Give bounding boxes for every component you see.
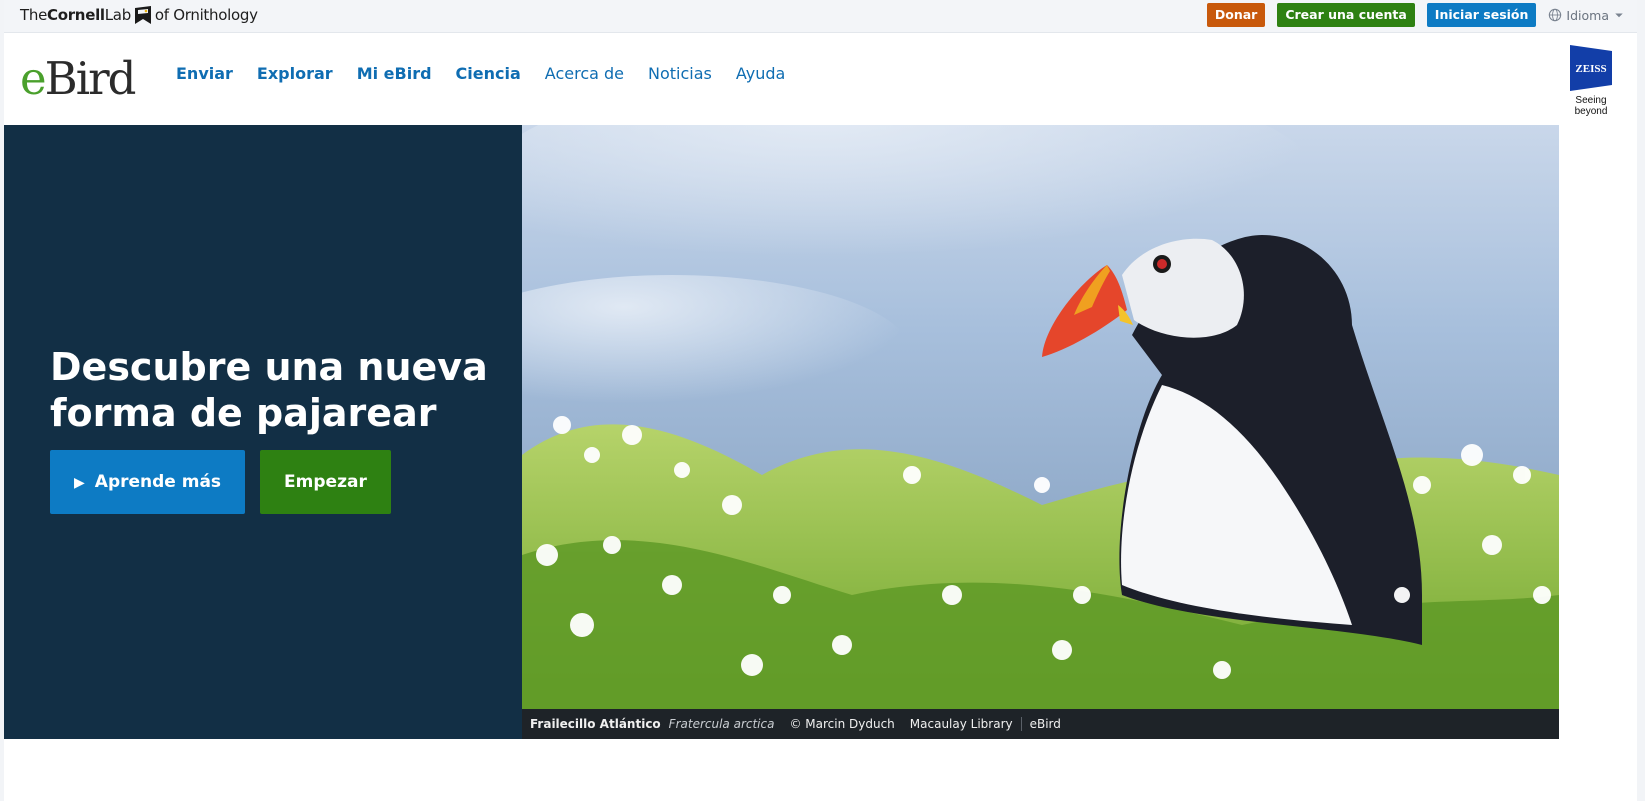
hero-photo-puffin bbox=[522, 125, 1559, 709]
caption-divider bbox=[1020, 717, 1022, 731]
cornell-logo-mid: Lab bbox=[104, 6, 131, 24]
photo-caption-bar: Frailecillo Atlántico Fratercula arctica… bbox=[522, 709, 1559, 739]
language-selector[interactable]: Idioma bbox=[1548, 8, 1625, 23]
main-header: eBird Enviar Explorar Mi eBird Ciencia A… bbox=[4, 33, 1637, 125]
learn-more-button[interactable]: ▶ Aprende más bbox=[50, 450, 246, 514]
donate-button[interactable]: Donar bbox=[1206, 3, 1266, 27]
source-link[interactable]: eBird bbox=[1030, 709, 1061, 739]
zeiss-tagline: Seeing beyond bbox=[1574, 95, 1608, 117]
nav-item-mi-ebird[interactable]: Mi eBird bbox=[345, 63, 444, 85]
create-account-button[interactable]: Crear una cuenta bbox=[1277, 3, 1415, 27]
start-button[interactable]: Empezar bbox=[260, 450, 391, 514]
play-icon: ▶ bbox=[74, 475, 85, 491]
species-scientific-name: Fratercula arctica bbox=[668, 717, 775, 731]
cornell-bird-icon bbox=[134, 6, 151, 24]
cornell-logo-strong: Cornell bbox=[47, 6, 105, 24]
main-nav: Enviar Explorar Mi eBird Ciencia Acerca … bbox=[164, 63, 797, 85]
hero-right-gutter bbox=[1559, 125, 1637, 739]
nav-item-enviar[interactable]: Enviar bbox=[164, 63, 245, 85]
species-common-name[interactable]: Frailecillo Atlántico bbox=[530, 709, 661, 739]
hero-section: Descubre una nueva forma de pajarear ▶ Ap… bbox=[4, 125, 1637, 739]
hero-actions: ▶ Aprende más Empezar bbox=[50, 450, 391, 514]
chevron-down-icon bbox=[1615, 13, 1623, 18]
cornell-lab-logo[interactable]: The Cornell Lab of Ornithology bbox=[20, 3, 258, 27]
nav-item-acerca-de[interactable]: Acerca de bbox=[533, 63, 636, 85]
hero-title: Descubre una nueva forma de pajarear bbox=[50, 344, 490, 436]
page-edge-right bbox=[1637, 0, 1645, 801]
top-utility-bar: The Cornell Lab of Ornithology Donar Cre… bbox=[4, 0, 1637, 33]
signin-button[interactable]: Iniciar sesión bbox=[1426, 3, 1537, 27]
language-label: Idioma bbox=[1566, 7, 1609, 23]
cornell-logo-prefix: The bbox=[20, 6, 47, 24]
learn-more-label: Aprende más bbox=[94, 472, 222, 492]
nav-item-explorar[interactable]: Explorar bbox=[245, 63, 345, 85]
photo-credit: © Marcin Dyduch bbox=[789, 717, 895, 731]
top-actions: Donar Crear una cuenta Iniciar sesión Id… bbox=[1206, 3, 1625, 27]
cornell-logo-suffix: of Ornithology bbox=[154, 6, 258, 24]
ebird-logo[interactable]: eBird bbox=[20, 52, 137, 105]
ebird-logo-rest: Bird bbox=[44, 52, 137, 105]
globe-icon bbox=[1549, 8, 1562, 22]
nav-item-ciencia[interactable]: Ciencia bbox=[444, 63, 533, 85]
hero-title-line2: forma de pajarear bbox=[50, 391, 437, 436]
nav-item-ayuda[interactable]: Ayuda bbox=[724, 63, 797, 85]
macaulay-library-link[interactable]: Macaulay Library bbox=[910, 709, 1013, 739]
zeiss-logo-icon: ZEISS bbox=[1570, 45, 1612, 91]
hero-panel: Descubre una nueva forma de pajarear ▶ Ap… bbox=[4, 125, 522, 739]
nav-item-noticias[interactable]: Noticias bbox=[636, 63, 724, 85]
puffin-illustration bbox=[522, 125, 1559, 709]
hero-title-line1: Descubre una nueva bbox=[50, 345, 488, 390]
zeiss-logo-text: ZEISS bbox=[1575, 63, 1606, 75]
ebird-logo-e: e bbox=[20, 52, 47, 105]
zeiss-sponsor[interactable]: ZEISS Seeing beyond bbox=[1559, 45, 1623, 117]
